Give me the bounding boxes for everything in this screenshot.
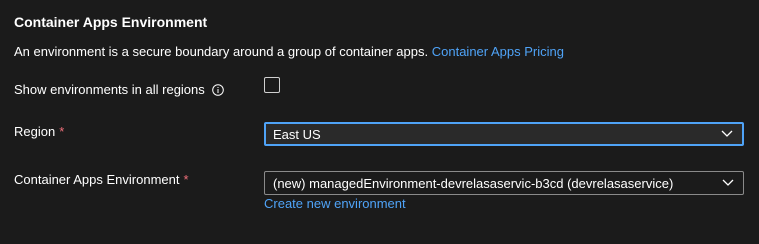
section-title: Container Apps Environment (14, 14, 208, 30)
required-marker: * (183, 172, 189, 187)
environment-label-row: Container Apps Environment * (14, 172, 189, 187)
create-new-environment-link[interactable]: Create new environment (264, 196, 406, 211)
region-label: Region (14, 124, 56, 139)
show-all-regions-checkbox[interactable] (264, 77, 280, 93)
region-label-row: Region * (14, 124, 64, 139)
description-text: An environment is a secure boundary arou… (14, 44, 429, 59)
show-all-regions-label-row: Show environments in all regions (14, 82, 224, 97)
region-select-value: East US (273, 126, 321, 142)
section-description: An environment is a secure boundary arou… (14, 44, 564, 59)
pricing-link[interactable]: Container Apps Pricing (432, 44, 564, 59)
environment-select[interactable]: (new) managedEnvironment-devrelasaservic… (264, 171, 744, 195)
container-apps-environment-section: Container Apps Environment An environmen… (0, 0, 759, 244)
show-all-regions-label: Show environments in all regions (14, 82, 205, 97)
chevron-down-icon (722, 179, 734, 186)
region-select[interactable]: East US (264, 122, 744, 146)
environment-select-value: (new) managedEnvironment-devrelasaservic… (273, 175, 674, 191)
chevron-down-icon (721, 130, 733, 137)
required-marker: * (59, 124, 65, 139)
info-icon[interactable] (211, 83, 224, 96)
environment-label: Container Apps Environment (14, 172, 180, 187)
